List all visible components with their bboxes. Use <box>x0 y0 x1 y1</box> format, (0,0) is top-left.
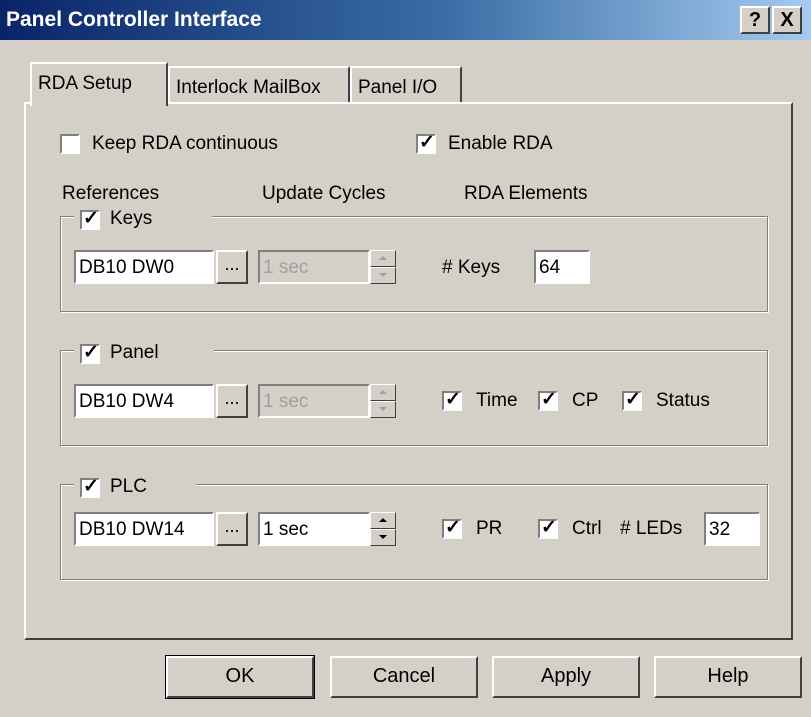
plc-legend: PLC <box>74 474 196 504</box>
time-checkbox[interactable] <box>442 388 462 411</box>
update-cycles-header: Update Cycles <box>262 183 386 204</box>
status-label: Status <box>656 390 710 411</box>
keep-rda-label: Keep RDA continuous <box>92 133 278 154</box>
ok-button[interactable]: OK <box>165 655 315 699</box>
plc-label: PLC <box>110 476 147 497</box>
cp-label: CP <box>572 390 599 411</box>
dialog-window: Panel Controller Interface ? X RDA Setup… <box>0 0 811 717</box>
close-button[interactable]: X <box>772 6 802 34</box>
spin-up-arrow-icon[interactable] <box>370 384 396 401</box>
cp-checkbox[interactable] <box>538 388 558 411</box>
plc-browse-button[interactable]: ... <box>216 512 248 546</box>
keep-rda-checkbox[interactable] <box>60 134 80 154</box>
spin-up-arrow-icon[interactable] <box>370 250 396 267</box>
keys-reference-input[interactable]: DB10 DW0 <box>74 250 214 284</box>
spin-up-arrow-icon[interactable] <box>370 512 396 529</box>
references-header: References <box>62 183 160 204</box>
panel-reference-input[interactable]: DB10 DW4 <box>74 384 214 418</box>
keys-checkbox[interactable] <box>80 207 100 230</box>
keys-label: Keys <box>110 208 153 229</box>
panel-browse-button[interactable]: ... <box>216 384 248 418</box>
enable-rda-label: Enable RDA <box>448 133 553 154</box>
tab-rda-setup[interactable]: RDA Setup <box>30 62 168 106</box>
ctrl-checkbox[interactable] <box>538 516 558 539</box>
apply-button[interactable]: Apply <box>492 656 640 698</box>
panel-cycle-input[interactable]: 1 sec <box>258 384 370 418</box>
pr-checkbox[interactable] <box>442 516 462 539</box>
window-title: Panel Controller Interface <box>6 8 262 31</box>
plc-cycle-input[interactable]: 1 sec <box>258 512 370 546</box>
tab-panel-io[interactable]: Panel I/O <box>350 66 462 104</box>
help-title-button[interactable]: ? <box>740 6 770 34</box>
plc-cycle-spinner[interactable] <box>370 512 396 546</box>
pr-label: PR <box>476 518 503 539</box>
ctrl-label: Ctrl <box>572 518 602 539</box>
spin-down-arrow-icon[interactable] <box>370 529 396 546</box>
plc-checkbox[interactable] <box>80 475 100 498</box>
panel-cycle-spinner[interactable] <box>370 384 396 418</box>
help-button[interactable]: Help <box>654 656 802 698</box>
cancel-button[interactable]: Cancel <box>330 656 478 698</box>
keys-legend: Keys <box>74 206 212 236</box>
plc-reference-input[interactable]: DB10 DW14 <box>74 512 214 546</box>
tab-interlock-mailbox[interactable]: Interlock MailBox <box>168 66 350 104</box>
keys-cycle-spinner[interactable] <box>370 250 396 284</box>
keys-cycle-input[interactable]: 1 sec <box>258 250 370 284</box>
panel-label: Panel <box>110 342 159 363</box>
spin-down-arrow-icon[interactable] <box>370 267 396 284</box>
panel-checkbox[interactable] <box>80 341 100 364</box>
rda-elements-header: RDA Elements <box>464 183 588 204</box>
status-checkbox[interactable] <box>622 388 642 411</box>
enable-rda-checkbox[interactable] <box>416 131 436 154</box>
leds-input[interactable]: 32 <box>704 512 760 546</box>
keys-count-label: # Keys <box>442 257 501 278</box>
title-bar[interactable]: Panel Controller Interface ? X <box>0 0 811 40</box>
time-label: Time <box>476 390 518 411</box>
keys-count-input[interactable]: 64 <box>534 250 590 284</box>
leds-label: # LEDs <box>620 518 683 539</box>
keys-browse-button[interactable]: ... <box>216 250 248 284</box>
spin-down-arrow-icon[interactable] <box>370 401 396 418</box>
panel-legend: Panel <box>74 340 214 370</box>
